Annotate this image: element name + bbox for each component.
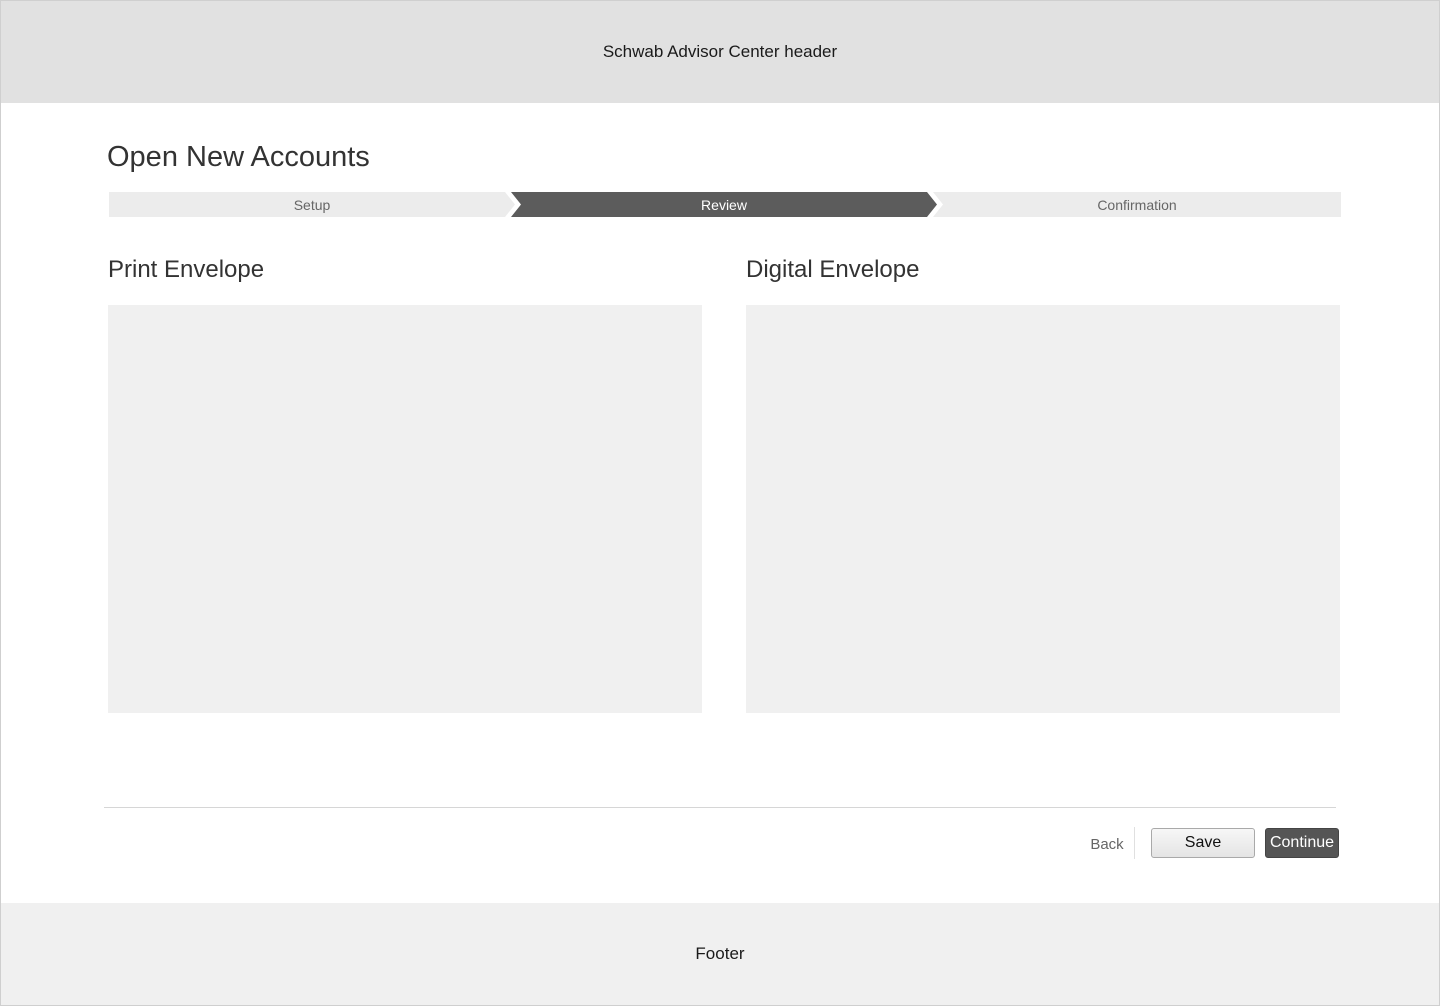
progress-stepper: Setup Review Confirmation [109, 192, 1341, 217]
print-envelope-panel [108, 305, 702, 713]
header-text: Schwab Advisor Center header [602, 42, 838, 61]
step-review-label: Review [701, 196, 747, 213]
print-envelope-title: Print Envelope [108, 256, 265, 283]
actions-divider [104, 807, 1336, 808]
page-frame: Schwab Advisor Center header Open New Ac… [0, 0, 1440, 1006]
continue-button[interactable]: Continue [1265, 828, 1339, 858]
digital-envelope-title: Digital Envelope [746, 256, 920, 283]
step-setup: Setup [109, 192, 515, 217]
page-title: Open New Accounts [107, 141, 370, 173]
button-separator [1134, 827, 1135, 859]
digital-envelope-panel [746, 305, 1340, 713]
step-confirmation-label: Confirmation [1097, 196, 1177, 213]
site-header: Schwab Advisor Center header [1, 1, 1439, 103]
step-review: Review [511, 192, 937, 217]
site-footer: Footer [1, 903, 1439, 1005]
save-button[interactable]: Save [1151, 828, 1255, 858]
step-confirmation: Confirmation [933, 192, 1341, 217]
back-link[interactable]: Back [1081, 830, 1133, 858]
step-setup-label: Setup [293, 196, 331, 213]
footer-text: Footer [695, 944, 745, 963]
